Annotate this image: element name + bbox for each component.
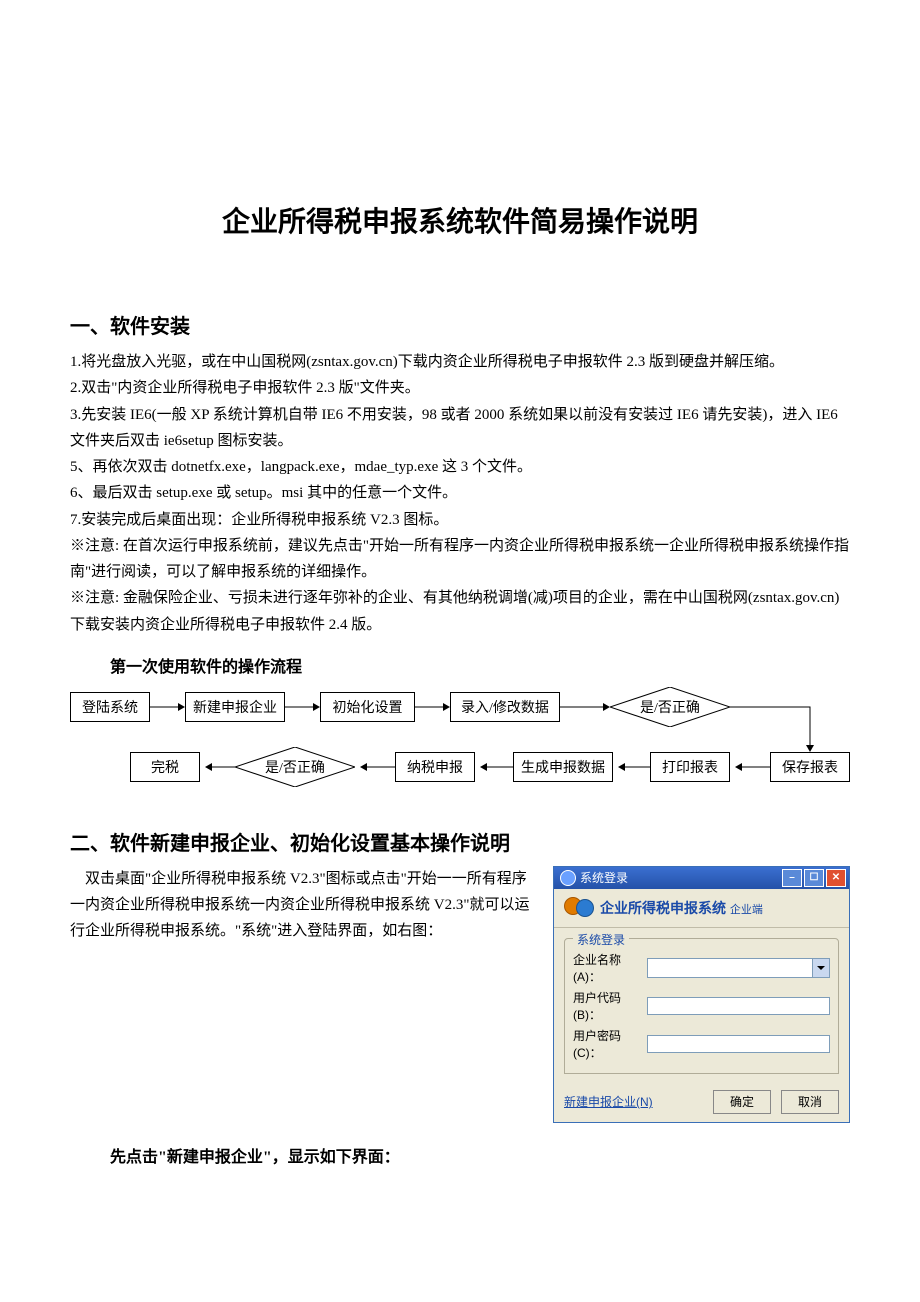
document-title: 企业所得税申报系统软件简易操作说明: [70, 200, 850, 240]
userid-input[interactable]: [647, 997, 830, 1015]
flow-check1-label: 是/否正确: [640, 697, 700, 717]
login-header: 企业所得税申报系统 企业端: [554, 889, 849, 928]
flow-box-init: 初始化设置: [320, 692, 415, 722]
section1-heading: 一、软件安装: [70, 310, 850, 339]
login-header-main: 企业所得税申报系统: [600, 900, 726, 916]
company-select[interactable]: [647, 958, 830, 978]
login-header-sub: 企业端: [730, 904, 763, 916]
s1-p2: 2.双击"内资企业所得税电子申报软件 2.3 版"文件夹。: [70, 375, 850, 401]
flow-check2-label: 是/否正确: [265, 757, 325, 777]
section2-closing: 先点击"新建申报企业"，显示如下界面：: [110, 1143, 850, 1167]
login-titlebar: 系统登录 – ☐ ✕: [554, 867, 849, 889]
flow-box-login: 登陆系统: [70, 692, 150, 722]
flowchart-heading: 第一次使用软件的操作流程: [110, 653, 850, 677]
password-input[interactable]: [647, 1035, 830, 1053]
s1-p7: 7.安装完成后桌面出现：企业所得税申报系统 V2.3 图标。: [70, 507, 850, 533]
flow-box-gen: 生成申报数据: [513, 752, 613, 782]
flow-box-done: 完税: [130, 752, 200, 782]
people-icon: [564, 895, 594, 921]
s1-p5: 5、再依次双击 dotnetfx.exe，langpack.exe，mdae_t…: [70, 454, 850, 480]
label-userid: 用户代码(B)：: [573, 989, 643, 1023]
s1-p6: 6、最后双击 setup.exe 或 setup。msi 其中的任意一个文件。: [70, 480, 850, 506]
maximize-button[interactable]: ☐: [804, 869, 824, 887]
flow-box-new: 新建申报企业: [185, 692, 285, 722]
s1-p3: 3.先安装 IE6(一般 XP 系统计算机自带 IE6 不用安装，98 或者 2…: [70, 402, 850, 455]
section2-heading: 二、软件新建申报企业、初始化设置基本操作说明: [70, 827, 850, 856]
new-company-link[interactable]: 新建申报企业(N): [564, 1093, 653, 1110]
s1-note1: ※注意: 在首次运行申报系统前，建议先点击"开始一所有程序一内资企业所得税申报系…: [70, 533, 850, 586]
ok-button[interactable]: 确定: [713, 1090, 771, 1114]
s1-note2: ※注意: 金融保险企业、亏损未进行逐年弥补的企业、有其他纳税调增(减)项目的企业…: [70, 585, 850, 638]
label-company: 企业名称(A)：: [573, 951, 643, 985]
flow-diamond-check2: 是/否正确: [235, 747, 355, 787]
section2-para: 双击桌面"企业所得税申报系统 V2.3"图标或点击"开始一一所有程序一内资企业所…: [70, 866, 538, 945]
flow-box-print: 打印报表: [650, 752, 730, 782]
flow-box-report: 纳税申报: [395, 752, 475, 782]
chevron-down-icon[interactable]: [812, 959, 829, 977]
s1-p1: 1.将光盘放入光驱，或在中山国税网(zsntax.gov.cn)下载内资企业所得…: [70, 349, 850, 375]
close-button[interactable]: ✕: [826, 869, 846, 887]
section1-body: 1.将光盘放入光驱，或在中山国税网(zsntax.gov.cn)下载内资企业所得…: [70, 349, 850, 638]
login-form: 系统登录 企业名称(A)： 用户代码(B)： 用户密码(C)：: [564, 938, 839, 1074]
flow-box-input: 录入/修改数据: [450, 692, 560, 722]
cancel-button[interactable]: 取消: [781, 1090, 839, 1114]
label-password: 用户密码(C)：: [573, 1027, 643, 1061]
login-window: 系统登录 – ☐ ✕ 企业所得税申报系统 企业端 系统登录 企业名称(A)：: [553, 866, 850, 1123]
flow-diamond-check1: 是/否正确: [610, 687, 730, 727]
minimize-button[interactable]: –: [782, 869, 802, 887]
flowchart: 登陆系统 新建申报企业 初始化设置 录入/修改数据 是/否正确 保存报表 打印报…: [70, 687, 850, 807]
login-title-icon: [560, 870, 576, 886]
login-group-title: 系统登录: [573, 931, 629, 948]
login-title-text: 系统登录: [580, 869, 628, 886]
